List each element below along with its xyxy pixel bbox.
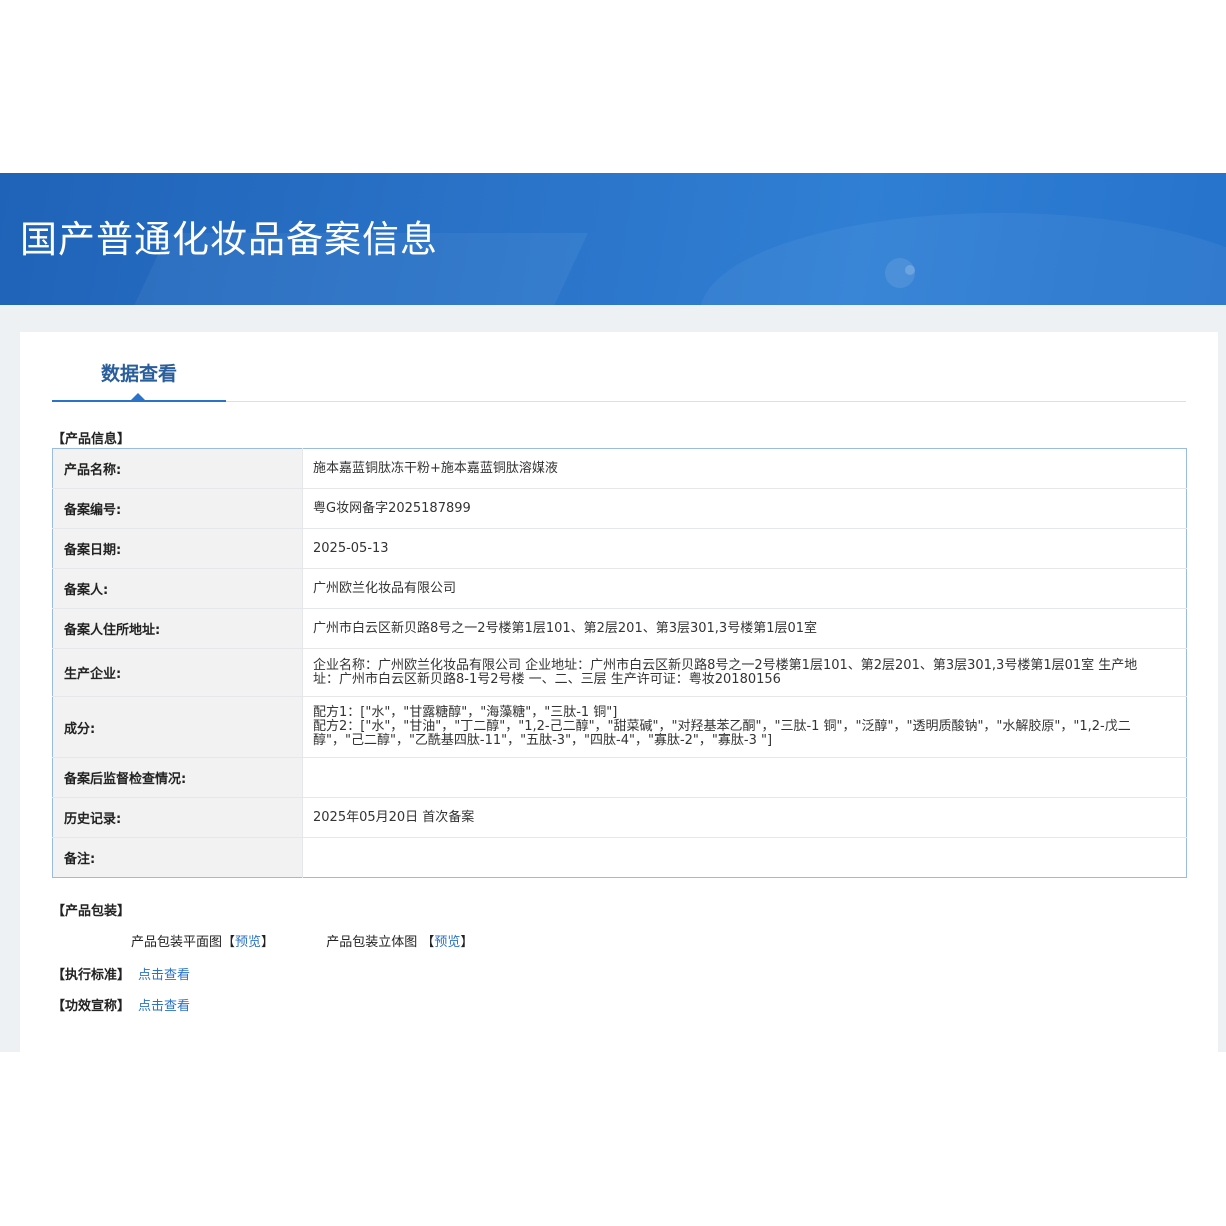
- banner-decoration: [905, 265, 915, 275]
- page-title: 国产普通化妆品备案信息: [20, 218, 438, 261]
- packaging-3d-item: 产品包装立体图 【预览】: [326, 931, 473, 950]
- row-value-remarks: [302, 837, 1187, 878]
- row-value-filer: 广州欧兰化妆品有限公司: [302, 568, 1187, 609]
- table-row: 产品名称: 施本嘉蓝铜肽冻干粉+施本嘉蓝铜肽溶媒液: [52, 448, 1187, 489]
- product-info-table: 产品名称: 施本嘉蓝铜肽冻干粉+施本嘉蓝铜肽溶媒液 备案编号: 粤G妆网备字20…: [52, 448, 1187, 878]
- table-row: 备案人住所地址: 广州市白云区新贝路8号之一2号楼第1层101、第2层201、第…: [52, 608, 1187, 649]
- efficacy-view-link[interactable]: 点击查看: [138, 999, 190, 1014]
- tab-data-view[interactable]: 数据查看: [52, 332, 226, 402]
- packaging-section-title: 【产品包装】: [52, 904, 131, 919]
- packaging-3d-label: 产品包装立体图: [326, 935, 418, 950]
- standard-row: 【执行标准】 点击查看: [52, 964, 1186, 983]
- content-background: 数据查看 【产品信息】 产品名称: 施本嘉蓝铜肽冻干粉+施本嘉蓝铜肽溶媒液 备案…: [0, 305, 1226, 1052]
- row-value-product-name: 施本嘉蓝铜肽冻干粉+施本嘉蓝铜肽溶媒液: [313, 460, 558, 476]
- tab-label: 数据查看: [100, 363, 177, 385]
- packaging-flat-label: 产品包装平面图: [131, 935, 223, 950]
- row-value-supervision: [302, 757, 1187, 798]
- tab-bar: 数据查看: [52, 332, 1186, 402]
- bracket-close: 】: [460, 935, 474, 950]
- table-row: 备案人: 广州欧兰化妆品有限公司: [52, 568, 1187, 609]
- bracket-open: 【: [421, 935, 435, 950]
- row-key-remarks: 备注:: [52, 837, 303, 878]
- row-key-filing-number: 备案编号:: [52, 488, 303, 529]
- row-key-ingredients: 成分:: [52, 696, 303, 758]
- active-tab-caret-icon: [131, 393, 145, 400]
- row-key-filer: 备案人:: [52, 568, 303, 609]
- efficacy-row: 【功效宣称】 点击查看: [52, 995, 1186, 1014]
- product-info-section-title: 【产品信息】: [52, 432, 131, 447]
- row-key-supervision: 备案后监督检查情况:: [52, 757, 303, 798]
- table-row: 成分: 配方1：["水"，"甘露糖醇"，"海藻糖"，"三肽-1 铜"] 配方2：…: [52, 696, 1187, 758]
- row-key-filing-date: 备案日期:: [52, 528, 303, 569]
- table-row: 历史记录: 2025年05月20日 首次备案: [52, 797, 1187, 838]
- bracket-open: 【: [222, 935, 236, 950]
- content-card: 数据查看 【产品信息】 产品名称: 施本嘉蓝铜肽冻干粉+施本嘉蓝铜肽溶媒液 备案…: [20, 332, 1218, 1052]
- standard-section-title: 【执行标准】: [52, 968, 131, 983]
- standard-view-link[interactable]: 点击查看: [138, 968, 190, 983]
- flat-preview-link[interactable]: 预览: [235, 935, 261, 950]
- table-row: 备案日期: 2025-05-13: [52, 528, 1187, 569]
- row-value-ingredients: 配方1：["水"，"甘露糖醇"，"海藻糖"，"三肽-1 铜"] 配方2：["水"…: [302, 696, 1187, 758]
- 3d-preview-link[interactable]: 预览: [434, 935, 460, 950]
- row-key-filer-address: 备案人住所地址:: [52, 608, 303, 649]
- table-row: 备注:: [52, 837, 1187, 878]
- packaging-flat-item: 产品包装平面图【预览】: [131, 931, 274, 950]
- packaging-row: 产品包装平面图【预览】 产品包装立体图 【预览】: [52, 931, 1186, 950]
- row-key-product-name: 产品名称:: [52, 448, 303, 489]
- bracket-close: 】: [261, 935, 275, 950]
- header-banner: 国产普通化妆品备案信息: [0, 173, 1226, 305]
- row-value-filer-address: 广州市白云区新贝路8号之一2号楼第1层101、第2层201、第3层301,3号楼…: [302, 608, 1187, 649]
- row-key-history: 历史记录:: [52, 797, 303, 838]
- row-key-manufacturer: 生产企业:: [52, 648, 303, 697]
- row-value-manufacturer: 企业名称：广州欧兰化妆品有限公司 企业地址：广州市白云区新贝路8号之一2号楼第1…: [302, 648, 1187, 697]
- row-value-filing-number: 粤G妆网备字2025187899: [302, 488, 1187, 529]
- top-blank-area: [0, 0, 1226, 173]
- table-row: 备案后监督检查情况:: [52, 757, 1187, 798]
- row-value-history: 2025年05月20日 首次备案: [302, 797, 1187, 838]
- table-row: 备案编号: 粤G妆网备字2025187899: [52, 488, 1187, 529]
- table-row: 生产企业: 企业名称：广州欧兰化妆品有限公司 企业地址：广州市白云区新贝路8号之…: [52, 648, 1187, 697]
- banner-decoration: [700, 213, 1226, 305]
- row-value-filing-date: 2025-05-13: [302, 528, 1187, 569]
- efficacy-section-title: 【功效宣称】: [52, 999, 131, 1014]
